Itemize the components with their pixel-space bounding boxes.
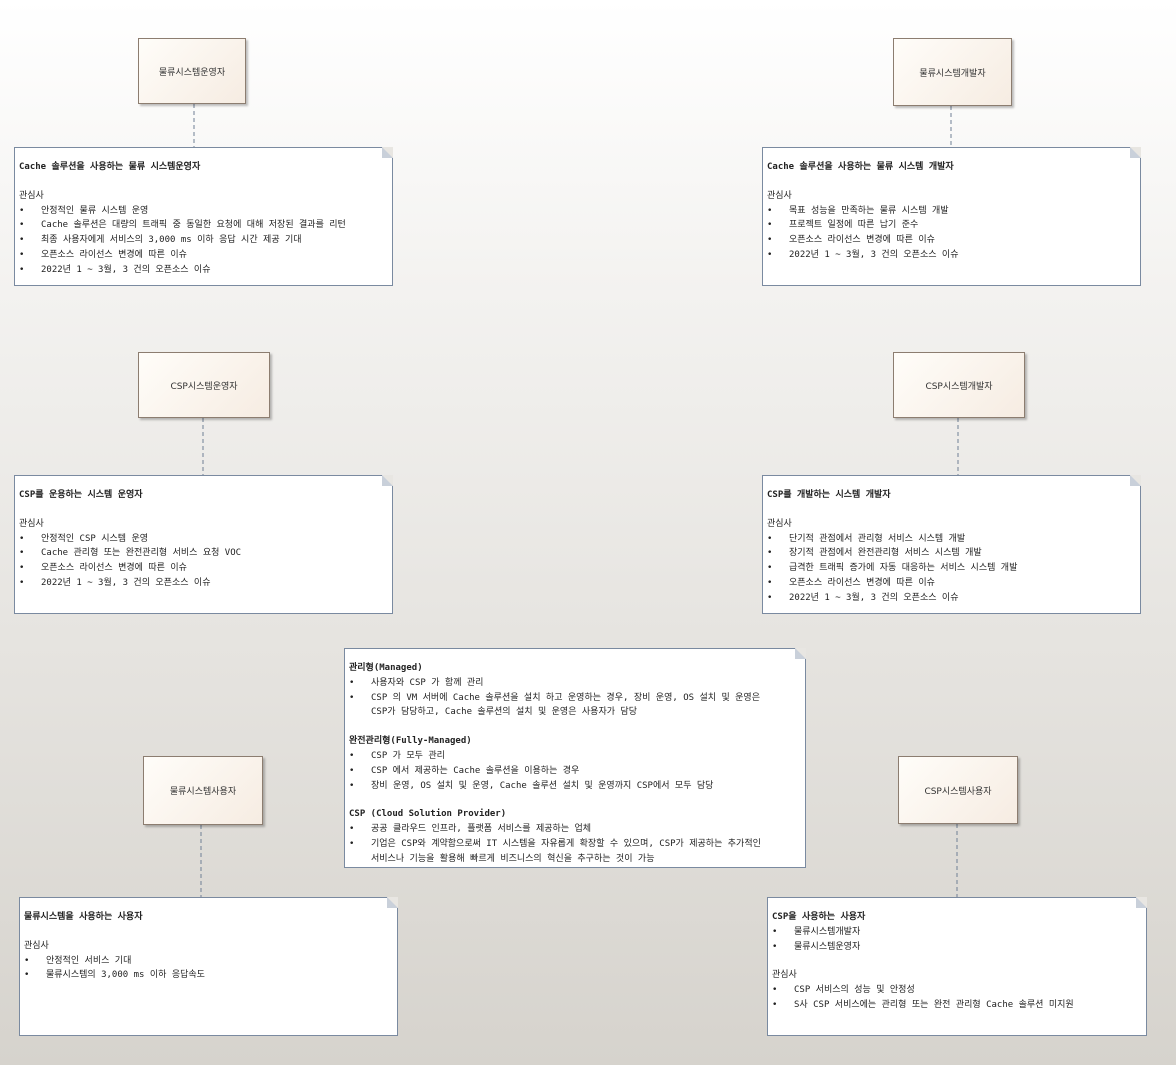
note-heading: 관심사 xyxy=(767,518,792,529)
note-title: CSP을 사용하는 사용자 xyxy=(772,912,866,922)
list-item: CSP 가 모두 관리 xyxy=(349,749,801,764)
note-csp-developer[interactable]: CSP를 개발하는 시스템 개발자 관심사 단기적 관점에서 관리형 서비스 시… xyxy=(762,475,1141,614)
csp-definition-title: CSP (Cloud Solution Provider) xyxy=(349,809,507,820)
note-logistics-operator[interactable]: Cache 솔루션을 사용하는 물류 시스템운영자 관심사 안정적인 물류 시스… xyxy=(14,147,393,286)
list-item: 안정적인 CSP 시스템 운영 xyxy=(19,532,388,547)
list-item: 사용자와 CSP 가 함께 관리 xyxy=(349,676,801,691)
list-item: 프로젝트 일정에 따른 납기 준수 xyxy=(767,218,1136,233)
list-item: 2022년 1 ~ 3월, 3 건의 오픈소스 이슈 xyxy=(19,263,388,278)
note-heading: 관심사 xyxy=(19,190,44,201)
list-item: 2022년 1 ~ 3월, 3 건의 오픈소스 이슈 xyxy=(19,576,388,591)
note-csp-operator[interactable]: CSP를 운용하는 시스템 운영자 관심사 안정적인 CSP 시스템 운영 Ca… xyxy=(14,475,393,614)
note-title: CSP를 운용하는 시스템 운영자 xyxy=(19,490,143,500)
list-item: Cache 관리형 또는 완전관리형 서비스 요청 VOC xyxy=(19,546,388,561)
actor-csp-developer[interactable]: CSP시스템개발자 xyxy=(893,352,1025,418)
actor-csp-operator[interactable]: CSP시스템운영자 xyxy=(138,352,270,418)
list-item: CSP 서비스의 성능 및 안정성 xyxy=(772,983,1142,998)
note-title: CSP를 개발하는 시스템 개발자 xyxy=(767,490,891,500)
list-item: CSP 의 VM 서버에 Cache 솔루션을 설치 하고 운영하는 경우, 장… xyxy=(349,691,801,721)
list-item: 물류시스템운영자 xyxy=(772,940,1142,955)
list-item: 급격한 트래픽 증가에 자동 대응하는 서비스 시스템 개발 xyxy=(767,561,1136,576)
list-item-line: 서비스나 기능을 활용해 빠르게 비즈니스의 혁신을 추구하는 것이 가능 xyxy=(371,853,655,864)
list-item: 장기적 관점에서 완전관리형 서비스 시스템 개발 xyxy=(767,546,1136,561)
actor-logistics-operator[interactable]: 물류시스템운영자 xyxy=(138,38,246,104)
note-title: Cache 솔루션을 사용하는 물류 시스템 개발자 xyxy=(767,162,954,172)
list-item: Cache 솔루션은 대량의 트래픽 중 동일한 요청에 대해 저장된 결과를 … xyxy=(19,218,388,233)
note-logistics-user[interactable]: 물류시스템을 사용하는 사용자 관심사 안정적인 서비스 기대 물류시스템의 3… xyxy=(19,897,398,1036)
csp-definition-list: 공공 클라우드 인프라, 플랫폼 서비스를 제공하는 업체 기업은 CSP와 계… xyxy=(349,822,801,866)
note-heading: 관심사 xyxy=(24,940,49,951)
list-item: 안정적인 서비스 기대 xyxy=(24,954,393,969)
managed-title: 관리형(Managed) xyxy=(349,663,423,673)
list-item-line: CSP 의 VM 서버에 Cache 솔루션을 설치 하고 운영하는 경우, 장… xyxy=(371,692,760,703)
actor-label: 물류시스템개발자 xyxy=(919,68,986,79)
list-item-line: 기업은 CSP와 계약함으로써 IT 시스템을 자유롭게 확장할 수 있으며, … xyxy=(371,838,761,849)
list-item: 물류시스템개발자 xyxy=(772,925,1142,940)
list-item: 안정적인 물류 시스템 운영 xyxy=(19,204,388,219)
concern-list: 안정적인 물류 시스템 운영 Cache 솔루션은 대량의 트래픽 중 동일한 … xyxy=(19,204,388,278)
note-heading: 관심사 xyxy=(767,190,792,201)
actor-label: CSP시스템운영자 xyxy=(170,381,238,392)
actor-logistics-developer[interactable]: 물류시스템개발자 xyxy=(893,38,1012,106)
list-item: 오픈소스 라이선스 변경에 따른 이슈 xyxy=(767,233,1136,248)
note-title: Cache 솔루션을 사용하는 물류 시스템운영자 xyxy=(19,162,201,172)
note-title: 물류시스템을 사용하는 사용자 xyxy=(24,912,143,922)
list-item: 목표 성능을 만족하는 물류 시스템 개발 xyxy=(767,204,1136,219)
list-item-line: CSP가 담당하고, Cache 솔루션의 설치 및 운영은 사용자가 담당 xyxy=(371,707,637,718)
concern-list: 단기적 관점에서 관리형 서비스 시스템 개발 장기적 관점에서 완전관리형 서… xyxy=(767,532,1136,606)
fully-managed-title: 완전관리형(Fully-Managed) xyxy=(349,736,472,747)
list-item: 오픈소스 라이선스 변경에 따른 이슈 xyxy=(19,561,388,576)
list-item: S사 CSP 서비스에는 관리형 또는 완전 관리형 Cache 솔루션 미지원 xyxy=(772,998,1142,1013)
concern-list: 목표 성능을 만족하는 물류 시스템 개발 프로젝트 일정에 따른 납기 준수 … xyxy=(767,204,1136,263)
list-item: 2022년 1 ~ 3월, 3 건의 오픈소스 이슈 xyxy=(767,591,1136,606)
note-csp-user[interactable]: CSP을 사용하는 사용자 물류시스템개발자 물류시스템운영자 관심사 CSP … xyxy=(767,897,1147,1036)
note-heading: 관심사 xyxy=(19,518,44,529)
actor-label: CSP시스템개발자 xyxy=(925,381,993,392)
list-item: 공공 클라우드 인프라, 플랫폼 서비스를 제공하는 업체 xyxy=(349,822,801,837)
actor-logistics-user[interactable]: 물류시스템사용자 xyxy=(143,756,263,825)
note-logistics-developer[interactable]: Cache 솔루션을 사용하는 물류 시스템 개발자 관심사 목표 성능을 만족… xyxy=(762,147,1141,286)
note-heading: 관심사 xyxy=(772,970,797,981)
actor-label: 물류시스템사용자 xyxy=(169,787,237,797)
actor-label: CSP시스템사용자 xyxy=(924,786,992,797)
note-definitions[interactable]: 관리형(Managed) 사용자와 CSP 가 함께 관리 CSP 의 VM 서… xyxy=(344,648,806,868)
list-item: 오픈소스 라이선스 변경에 따른 이슈 xyxy=(19,248,388,263)
list-item: 2022년 1 ~ 3월, 3 건의 오픈소스 이슈 xyxy=(767,248,1136,263)
actor-csp-user[interactable]: CSP시스템사용자 xyxy=(898,756,1018,824)
list-item: 물류시스템의 3,000 ms 이하 응답속도 xyxy=(24,968,393,983)
managed-list: 사용자와 CSP 가 함께 관리 CSP 의 VM 서버에 Cache 솔루션을… xyxy=(349,676,801,720)
list-item: 장비 운영, OS 설치 및 운영, Cache 솔루션 설치 및 운영까지 C… xyxy=(349,779,801,794)
concern-list: CSP 서비스의 성능 및 안정성 S사 CSP 서비스에는 관리형 또는 완전… xyxy=(772,983,1142,1013)
list-item: CSP 에서 제공하는 Cache 솔루션을 이용하는 경우 xyxy=(349,764,801,779)
list-item: 최종 사용자에게 서비스의 3,000 ms 이하 응답 시간 제공 기대 xyxy=(19,233,388,248)
list-item: 단기적 관점에서 관리형 서비스 시스템 개발 xyxy=(767,532,1136,547)
fully-managed-list: CSP 가 모두 관리 CSP 에서 제공하는 Cache 솔루션을 이용하는 … xyxy=(349,749,801,793)
concern-list: 안정적인 서비스 기대 물류시스템의 3,000 ms 이하 응답속도 xyxy=(24,954,393,984)
list-item: 기업은 CSP와 계약함으로써 IT 시스템을 자유롭게 확장할 수 있으며, … xyxy=(349,837,801,867)
user-list: 물류시스템개발자 물류시스템운영자 xyxy=(772,925,1142,955)
actor-label: 물류시스템운영자 xyxy=(158,67,226,78)
list-item: 오픈소스 라이선스 변경에 따른 이슈 xyxy=(767,576,1136,591)
concern-list: 안정적인 CSP 시스템 운영 Cache 관리형 또는 완전관리형 서비스 요… xyxy=(19,532,388,591)
